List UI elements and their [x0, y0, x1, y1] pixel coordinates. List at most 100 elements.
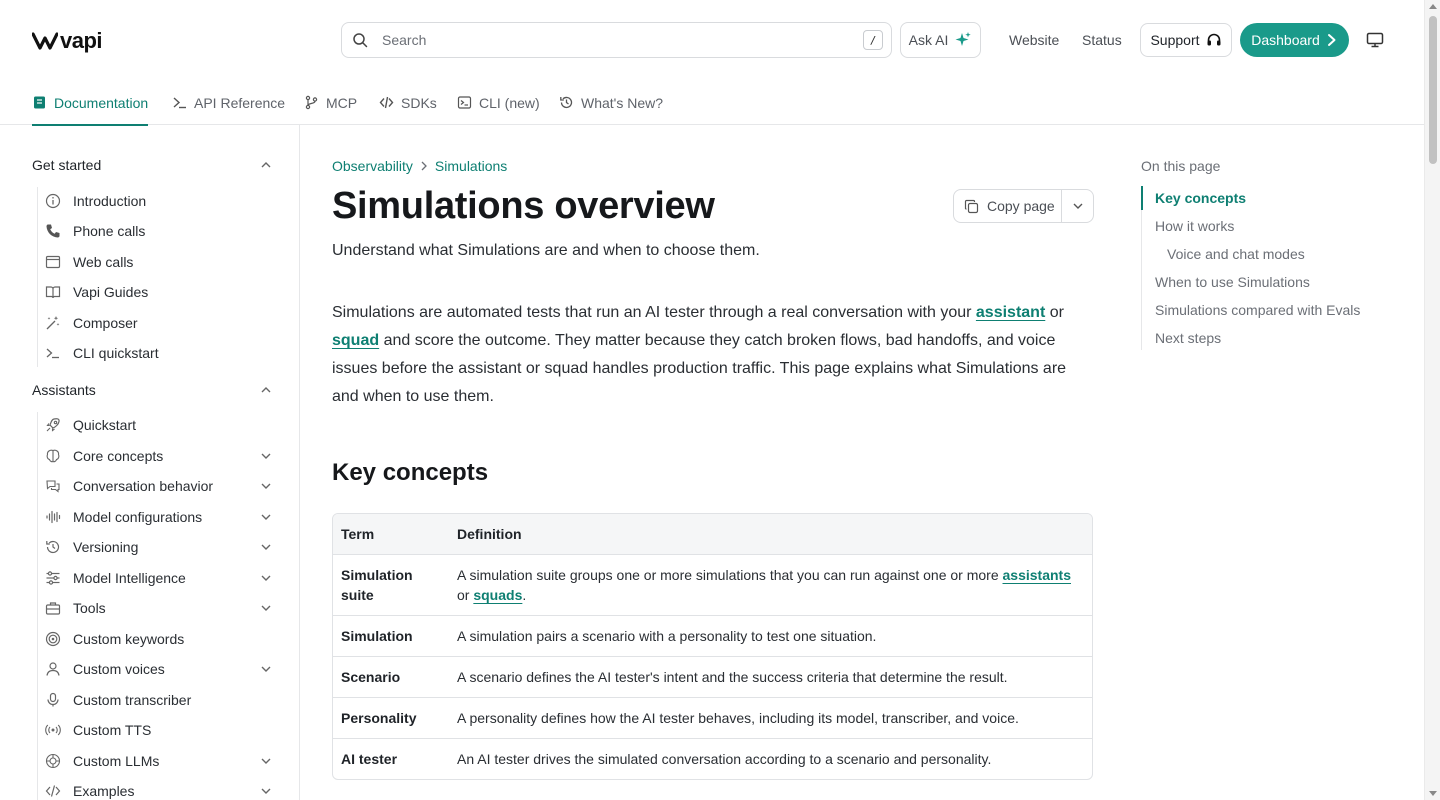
chevron-down-icon[interactable] — [260, 450, 272, 462]
copy-page-button[interactable]: Copy page — [954, 190, 1062, 222]
tab-sdks[interactable]: SDKs — [379, 80, 437, 125]
table-row: Simulation suite A simulation suite grou… — [333, 554, 1092, 615]
sidebar-section-title: Assistants — [32, 382, 96, 398]
intro-text: or — [1045, 304, 1064, 321]
support-label: Support — [1150, 32, 1200, 48]
chevron-down-icon[interactable] — [260, 541, 272, 553]
chevron-down-icon — [1073, 203, 1082, 209]
status-link[interactable]: Status — [1082, 32, 1122, 48]
theme-monitor-icon[interactable] — [1366, 32, 1384, 48]
scroll-down-arrow-icon[interactable] — [1429, 791, 1437, 796]
toc-item-key-concepts[interactable]: Key concepts — [1155, 190, 1246, 206]
sidebar-item-model-configurations[interactable]: Model configurations — [44, 504, 272, 530]
sidebar-item-custom-voices[interactable]: Custom voices — [44, 656, 272, 682]
tab-api-reference[interactable]: API Reference — [172, 80, 285, 125]
chevron-up-icon — [261, 162, 271, 168]
chevron-right-icon — [421, 161, 427, 171]
scroll-up-arrow-icon[interactable] — [1429, 4, 1437, 9]
tab-whats-new[interactable]: What's New? — [559, 80, 663, 125]
definition-text: A simulation suite groups one or more si… — [457, 567, 1003, 583]
squad-link[interactable]: squad — [332, 332, 379, 349]
chevron-down-icon[interactable] — [260, 785, 272, 797]
sidebar-item-web-calls[interactable]: Web calls — [44, 249, 272, 275]
dashboard-button[interactable]: Dashboard — [1240, 23, 1349, 57]
sidebar-item-custom-tts[interactable]: Custom TTS — [44, 717, 272, 743]
scrollbar-thumb[interactable] — [1429, 16, 1437, 164]
table-header-row: Term Definition — [333, 514, 1092, 554]
sidebar-item-custom-transcriber[interactable]: Custom transcriber — [44, 687, 272, 713]
sidebar-item-examples[interactable]: Examples — [44, 778, 272, 800]
copy-page-control: Copy page — [953, 189, 1094, 223]
squads-link[interactable]: squads — [473, 587, 522, 603]
sidebar-item-quickstart[interactable]: Quickstart — [44, 412, 272, 438]
page-title: Simulations overview — [332, 185, 715, 227]
sidebar-item-label: Custom transcriber — [73, 692, 192, 708]
chevron-down-icon[interactable] — [260, 480, 272, 492]
sidebar-item-label: Custom keywords — [73, 631, 185, 647]
sidebar-item-label: Quickstart — [73, 417, 137, 433]
sidebar-item-conversation-behavior[interactable]: Conversation behavior — [44, 473, 272, 499]
tab-mcp[interactable]: MCP — [304, 80, 357, 125]
toc-item-when-to-use[interactable]: When to use Simulations — [1155, 274, 1310, 290]
assistant-link[interactable]: assistant — [976, 304, 1045, 321]
breadcrumb: Observability Simulations — [332, 158, 507, 174]
sidebar-item-label: Custom TTS — [73, 722, 152, 738]
sidebar-item-model-intelligence[interactable]: Model Intelligence — [44, 565, 272, 591]
tab-documentation[interactable]: Documentation — [32, 80, 149, 126]
chevron-down-icon[interactable] — [260, 511, 272, 523]
ask-ai-button[interactable]: Ask AI — [900, 22, 981, 58]
toc-item-next-steps[interactable]: Next steps — [1155, 330, 1221, 346]
breadcrumb-simulations[interactable]: Simulations — [435, 158, 507, 174]
sidebar-item-label: Versioning — [73, 539, 139, 555]
support-button[interactable]: Support — [1140, 23, 1232, 57]
sidebar-item-label: Composer — [73, 315, 138, 331]
sidebar-item-composer[interactable]: Composer — [44, 310, 272, 336]
chevron-down-icon[interactable] — [260, 572, 272, 584]
breadcrumb-observability[interactable]: Observability — [332, 158, 413, 174]
toc-item-voice-and-chat-modes[interactable]: Voice and chat modes — [1167, 246, 1305, 262]
assistants-link[interactable]: assistants — [1003, 567, 1071, 583]
search-icon — [353, 33, 368, 48]
sidebar-item-core-concepts[interactable]: Core concepts — [44, 443, 272, 469]
sidebar-item-label: Tools — [73, 600, 106, 616]
code-icon — [379, 96, 394, 109]
table-definition-cell: A personality defines how the AI tester … — [457, 710, 1019, 726]
page-scrollbar[interactable] — [1424, 0, 1440, 800]
search-placeholder: Search — [382, 32, 427, 48]
sidebar-item-custom-keywords[interactable]: Custom keywords — [44, 626, 272, 652]
sidebar-section-rule — [37, 187, 38, 367]
sidebar-item-vapi-guides[interactable]: Vapi Guides — [44, 279, 272, 305]
key-concepts-heading: Key concepts — [332, 459, 489, 486]
tab-label: Documentation — [54, 94, 149, 111]
copy-page-menu-button[interactable] — [1062, 190, 1093, 222]
sidebar-item-phone-calls[interactable]: Phone calls — [44, 218, 272, 244]
sidebar-item-tools[interactable]: Tools — [44, 595, 272, 621]
sidebar-item-custom-llms[interactable]: Custom LLMs — [44, 748, 272, 774]
phone-icon — [46, 224, 59, 238]
sidebar: Get started Introduction Phone calls Web… — [0, 125, 300, 800]
chevron-down-icon[interactable] — [260, 602, 272, 614]
history-icon — [45, 540, 59, 554]
terminal-square-icon — [457, 96, 472, 109]
user-icon — [45, 662, 60, 676]
search-bar[interactable]: Search / — [341, 22, 892, 58]
sidebar-item-cli-quickstart[interactable]: CLI quickstart — [44, 340, 272, 366]
tab-cli-new[interactable]: CLI (new) — [457, 80, 540, 125]
sidebar-item-label: Vapi Guides — [73, 284, 149, 300]
tab-label: MCP — [326, 94, 358, 111]
chevron-down-icon[interactable] — [260, 755, 272, 767]
table-term-cell: AI tester — [341, 751, 398, 767]
toc-item-compared-with-evals[interactable]: Simulations compared with Evals — [1155, 302, 1360, 318]
chevron-down-icon[interactable] — [260, 663, 272, 675]
waveform-icon — [45, 510, 60, 524]
website-link[interactable]: Website — [1009, 32, 1059, 48]
sidebar-item-introduction[interactable]: Introduction — [44, 188, 272, 214]
sidebar-section-get-started[interactable]: Get started — [32, 157, 272, 173]
brain-circuit-icon — [45, 753, 60, 769]
vapi-logo[interactable]: vapi — [32, 28, 103, 54]
code-icon — [45, 785, 60, 797]
toc-item-how-it-works[interactable]: How it works — [1155, 218, 1234, 234]
sidebar-section-assistants[interactable]: Assistants — [32, 382, 272, 398]
sidebar-item-label: Examples — [73, 783, 135, 799]
sidebar-item-versioning[interactable]: Versioning — [44, 534, 272, 560]
